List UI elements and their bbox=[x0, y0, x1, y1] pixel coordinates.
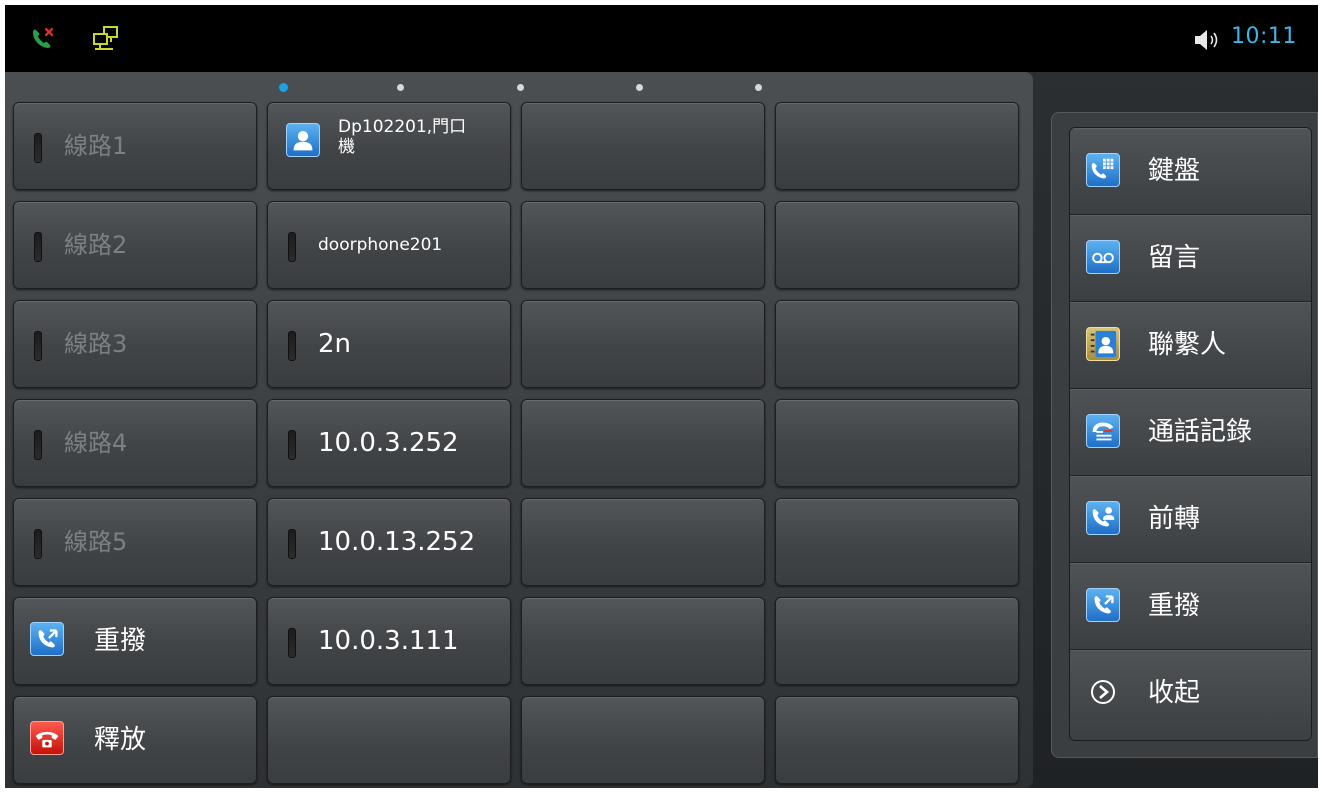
line-key-2[interactable]: 線路2 bbox=[13, 201, 257, 289]
line-status-indicator bbox=[34, 232, 42, 262]
empty-key[interactable] bbox=[521, 696, 765, 784]
side-item-label: 收起 bbox=[1148, 678, 1201, 708]
keypad-icon bbox=[1086, 153, 1120, 187]
side-item-label: 前轉 bbox=[1148, 504, 1201, 534]
empty-key[interactable] bbox=[775, 696, 1019, 784]
line-status-indicator bbox=[34, 430, 42, 460]
voicemail-icon bbox=[1086, 240, 1120, 274]
blf-key-label: doorphone201 bbox=[318, 235, 443, 255]
line-key-label: 線路5 bbox=[64, 528, 128, 556]
line-key-label: 線路3 bbox=[64, 330, 128, 358]
contact-key-doorphone[interactable]: Dp102201,門口 機 bbox=[267, 102, 511, 190]
side-item-label: 重撥 bbox=[1148, 591, 1201, 621]
page-dot-2[interactable] bbox=[397, 84, 404, 91]
side-item-label: 鍵盤 bbox=[1148, 156, 1201, 186]
collapse-icon bbox=[1091, 680, 1115, 704]
line-key-label: 線路4 bbox=[64, 429, 128, 457]
redial-icon bbox=[30, 622, 64, 656]
line-key-1[interactable]: 線路1 bbox=[13, 102, 257, 190]
contact-key-label: Dp102201,門口 機 bbox=[338, 117, 466, 157]
blf-status-indicator bbox=[288, 232, 296, 262]
side-item-redial[interactable]: 重撥 bbox=[1070, 563, 1311, 650]
page-dot-1[interactable] bbox=[279, 83, 288, 92]
blf-status-indicator bbox=[288, 331, 296, 361]
phone-screen: 10:11 線路1 線路2 線路3 線路4 線路5 重撥 釋放 Dp102201… bbox=[5, 5, 1318, 788]
blf-status-indicator bbox=[288, 529, 296, 559]
blf-key-label: 10.0.3.252 bbox=[318, 428, 459, 458]
missed-call-icon bbox=[33, 27, 54, 48]
line-key-3[interactable]: 線路3 bbox=[13, 300, 257, 388]
side-item-label: 留言 bbox=[1148, 243, 1201, 273]
empty-key[interactable] bbox=[521, 498, 765, 586]
line-key-label: 線路2 bbox=[64, 231, 128, 259]
side-menu-panel: 鍵盤 留言 聯繫人 通話記錄 前轉 重撥 收起 bbox=[1051, 112, 1318, 758]
empty-key[interactable] bbox=[775, 399, 1019, 487]
empty-key[interactable] bbox=[775, 597, 1019, 685]
side-item-call-history[interactable]: 通話記錄 bbox=[1070, 389, 1311, 476]
blf-key-label: 2n bbox=[318, 329, 352, 359]
volume-icon bbox=[1195, 30, 1218, 50]
line-key-4[interactable]: 線路4 bbox=[13, 399, 257, 487]
side-item-collapse[interactable]: 收起 bbox=[1070, 650, 1311, 740]
forward-icon bbox=[1086, 501, 1120, 535]
contact-icon bbox=[286, 123, 320, 157]
release-key-label: 釋放 bbox=[94, 725, 147, 755]
redial-key[interactable]: 重撥 bbox=[13, 597, 257, 685]
empty-key[interactable] bbox=[775, 201, 1019, 289]
redial-icon bbox=[1086, 588, 1120, 622]
side-item-label: 聯繫人 bbox=[1148, 330, 1227, 360]
line-key-5[interactable]: 線路5 bbox=[13, 498, 257, 586]
empty-key[interactable] bbox=[775, 102, 1019, 190]
side-item-label: 通話記錄 bbox=[1148, 417, 1253, 447]
page-dot-3[interactable] bbox=[517, 84, 524, 91]
line-key-label: 線路1 bbox=[64, 132, 128, 160]
dss-key-panel: 線路1 線路2 線路3 線路4 線路5 重撥 釋放 Dp102201,門口 機 … bbox=[5, 72, 1033, 788]
blf-key-label: 10.0.3.111 bbox=[318, 626, 459, 656]
hangup-icon bbox=[30, 721, 64, 755]
call-history-icon bbox=[1086, 414, 1120, 448]
line-status-indicator bbox=[34, 133, 42, 163]
empty-key[interactable] bbox=[775, 498, 1019, 586]
side-item-forward[interactable]: 前轉 bbox=[1070, 476, 1311, 563]
page-dot-4[interactable] bbox=[636, 84, 643, 91]
empty-key[interactable] bbox=[521, 399, 765, 487]
redial-key-label: 重撥 bbox=[94, 626, 147, 656]
side-menu: 鍵盤 留言 聯繫人 通話記錄 前轉 重撥 收起 bbox=[1069, 127, 1312, 741]
release-key[interactable]: 釋放 bbox=[13, 696, 257, 784]
blf-key-10-0-13-252[interactable]: 10.0.13.252 bbox=[267, 498, 511, 586]
blf-key-10-0-3-252[interactable]: 10.0.3.252 bbox=[267, 399, 511, 487]
line-status-indicator bbox=[34, 331, 42, 361]
contact-key-label-line1: Dp102201,門口 bbox=[338, 117, 467, 137]
status-bar: 10:11 bbox=[5, 5, 1318, 72]
blf-key-2n[interactable]: 2n bbox=[267, 300, 511, 388]
status-clock: 10:11 bbox=[1231, 24, 1297, 49]
side-item-keypad[interactable]: 鍵盤 bbox=[1070, 128, 1311, 215]
side-item-contacts[interactable]: 聯繫人 bbox=[1070, 302, 1311, 389]
empty-key[interactable] bbox=[521, 102, 765, 190]
empty-key[interactable] bbox=[521, 201, 765, 289]
page-dot-5[interactable] bbox=[755, 84, 762, 91]
blf-status-indicator bbox=[288, 628, 296, 658]
page-indicator bbox=[5, 83, 1033, 94]
empty-key[interactable] bbox=[775, 300, 1019, 388]
empty-key[interactable] bbox=[521, 300, 765, 388]
empty-key[interactable] bbox=[267, 696, 511, 784]
blf-key-doorphone201[interactable]: doorphone201 bbox=[267, 201, 511, 289]
contact-key-label-line2: 機 bbox=[338, 137, 355, 157]
line-status-indicator bbox=[34, 529, 42, 559]
blf-key-label: 10.0.13.252 bbox=[318, 527, 476, 557]
blf-status-indicator bbox=[288, 430, 296, 460]
network-icon bbox=[93, 26, 118, 50]
blf-key-10-0-3-111[interactable]: 10.0.3.111 bbox=[267, 597, 511, 685]
contacts-icon bbox=[1086, 327, 1120, 361]
empty-key[interactable] bbox=[521, 597, 765, 685]
side-item-voicemail[interactable]: 留言 bbox=[1070, 215, 1311, 302]
